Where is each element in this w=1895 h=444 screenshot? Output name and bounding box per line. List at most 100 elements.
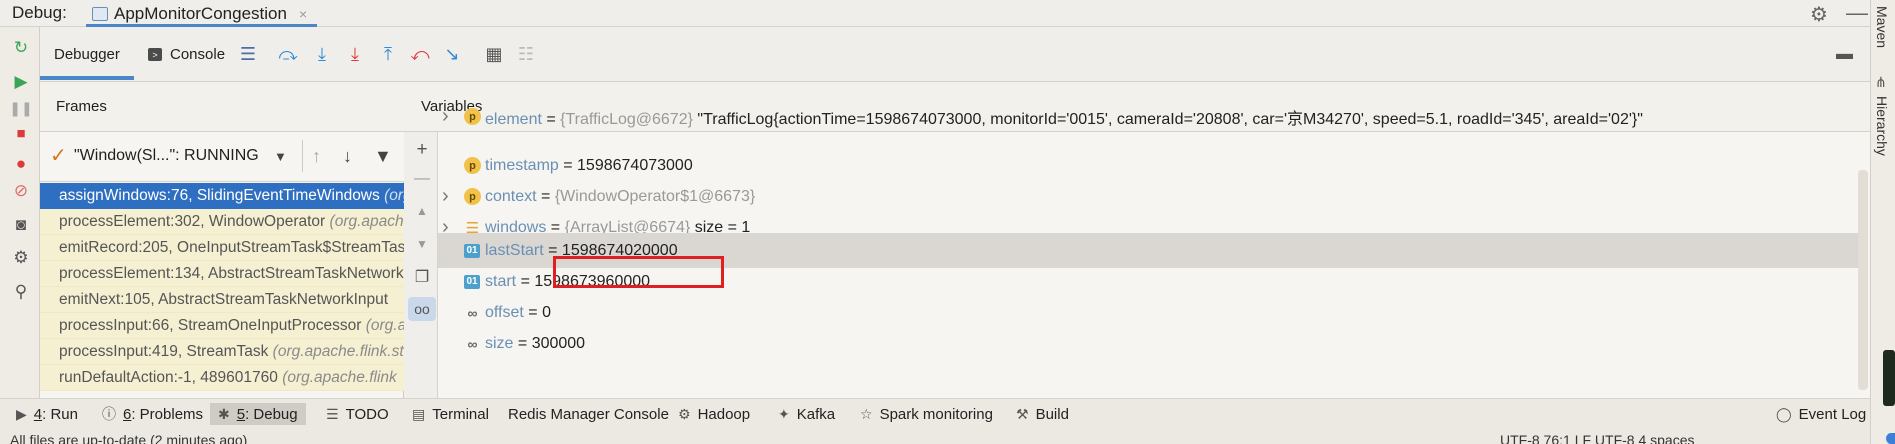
drop-frame-icon[interactable]: ⤺ — [408, 42, 432, 66]
frame-row[interactable]: processElement:302, WindowOperator (org.… — [40, 209, 404, 235]
toolwindow-todo[interactable]: ☰ TODO — [326, 403, 389, 425]
frame-row[interactable]: processInput:66, StreamOneInputProcessor… — [40, 313, 404, 339]
frames-list: assignWindows:76, SlidingEventTimeWindow… — [40, 183, 404, 393]
tab-debug-session[interactable]: AppMonitorCongestion × — [86, 0, 318, 27]
stop-icon[interactable]: ■ — [10, 122, 32, 144]
event-log-icon: ◯ — [1776, 405, 1792, 422]
toolwindow-kafka[interactable]: ✦ Kafka — [778, 403, 835, 425]
frame-method: processElement:302, WindowOperator — [59, 213, 330, 230]
arrow-down-icon[interactable]: ↓ — [343, 146, 352, 167]
spark-monitoring-icon: ☆ — [860, 405, 873, 422]
variable-name: context — [485, 187, 537, 205]
toolwindow-text: TODO — [345, 405, 389, 423]
copy-icon[interactable]: ❐ — [411, 266, 433, 288]
camera-icon[interactable]: ◙ — [10, 214, 32, 236]
thread-name[interactable]: "Window(Sl...": RUNNING — [74, 147, 259, 165]
trace-stream-icon[interactable]: ☷ — [514, 42, 538, 66]
expand-chevron-icon[interactable]: › — [442, 185, 449, 208]
evaluate-expression-icon[interactable]: ▦ — [482, 42, 506, 66]
arrow-up-icon[interactable]: ↑ — [312, 146, 321, 167]
variable-row-offset[interactable]: ∞ offset = 0 — [438, 295, 1858, 330]
app-config-icon — [92, 6, 108, 21]
toolwindow-label: Event Log — [1799, 406, 1867, 423]
expand-chevron-icon[interactable]: › — [442, 105, 449, 128]
variable-row-element[interactable]: › p element = {TrafficLog@6672} "TrafficLo… — [438, 99, 1858, 134]
settings-icon[interactable]: ⚙ — [10, 247, 32, 269]
pause-icon[interactable]: ❚❚ — [9, 97, 32, 119]
frame-method: processInput:66, StreamOneInputProcessor — [59, 317, 366, 334]
hierarchy-icon: ⋔ — [1875, 74, 1887, 90]
add-watch-icon[interactable]: + — [411, 139, 433, 161]
toolwindow-text: : Problems — [131, 405, 204, 423]
debug-side-toolbar: ↻ ▶ ❚❚ ■ ● ⊘ ◙ ⚙ ⚲ — [0, 27, 40, 398]
frames-title: Frames — [56, 98, 107, 115]
frame-row[interactable]: processInput:419, StreamTask (org.apache… — [40, 339, 404, 365]
toolwindow-debug[interactable]: ✱ 5: Debug — [210, 403, 306, 425]
frame-method: processElement:134, AbstractStreamTaskNe… — [59, 265, 404, 282]
toolwindow-spark-monitoring[interactable]: ☆ Spark monitoring — [860, 403, 993, 425]
step-out-icon[interactable]: ⤒ — [376, 42, 400, 66]
pin-icon[interactable]: ⚲ — [10, 281, 32, 303]
primitive-icon: 01 — [464, 243, 480, 258]
toolwindow-problems[interactable]: ⓘ 6: Problems — [102, 403, 203, 425]
variable-row-size[interactable]: ∞ size = 300000 — [438, 326, 1858, 361]
variable-text: size = 300000 — [485, 335, 585, 353]
hierarchy-tab[interactable]: Hierarchy — [1874, 96, 1890, 156]
view-breakpoints-icon[interactable]: ● — [10, 153, 32, 175]
move-down-icon[interactable]: ▼ — [411, 233, 433, 255]
frame-row[interactable]: runDefaultAction:-1, 489601760 (org.apac… — [40, 365, 404, 391]
filter-icon[interactable]: ▼ — [374, 146, 392, 167]
parameter-icon: p — [464, 108, 481, 125]
tab-debugger[interactable]: Debugger — [54, 46, 120, 63]
watches-glasses-icon[interactable]: oo — [408, 297, 436, 321]
toolwindow-text: : Debug — [245, 405, 298, 423]
toolwindow-run[interactable]: ▶ 4: Run — [16, 403, 78, 425]
toolwindow-build[interactable]: ⚒ Build — [1016, 403, 1069, 425]
step-over-icon[interactable]: ⤼ — [276, 42, 300, 66]
mute-breakpoints-icon[interactable]: ⊘ — [10, 180, 32, 202]
variable-text: context = {WindowOperator$1@6673} — [485, 188, 755, 206]
frame-row[interactable]: emitNext:105, AbstractStreamTaskNetworkI… — [40, 287, 404, 313]
show-execution-point-icon[interactable]: ☰ — [236, 42, 260, 66]
toolwindow-redis-console[interactable]: Redis Manager Console — [508, 403, 669, 425]
run-to-cursor-icon[interactable]: ↘ — [440, 42, 464, 66]
move-up-icon[interactable]: ▲ — [411, 200, 433, 222]
layout-settings-icon[interactable]: ▬ — [1836, 44, 1853, 64]
toolwindow-label: TODO — [346, 406, 389, 423]
remove-watch-icon[interactable]: — — [411, 168, 433, 190]
todo-icon: ☰ — [326, 405, 339, 422]
debug-icon: ✱ — [218, 405, 230, 422]
gear-icon[interactable]: ⚙ — [1810, 2, 1828, 27]
toolwindow-label: Kafka — [797, 406, 835, 423]
toolwindow-terminal[interactable]: ▤ Terminal — [412, 403, 489, 425]
maven-tab[interactable]: Maven — [1874, 6, 1890, 48]
variable-row-timestamp[interactable]: p timestamp = 1598674073000 — [438, 148, 1858, 183]
variable-text: timestamp = 1598674073000 — [485, 157, 693, 175]
watch-glasses-icon: ∞ — [467, 304, 478, 321]
resume-icon[interactable]: ▶ — [10, 71, 32, 93]
frame-row[interactable]: emitRecord:205, OneInputStreamTask$Strea… — [40, 235, 404, 261]
force-step-into-icon[interactable]: ⤓ — [343, 42, 367, 66]
frame-package: (org.apache.flink.streaming — [329, 213, 404, 230]
variable-row-context[interactable]: › p context = {WindowOperator$1@6673} — [438, 179, 1858, 214]
active-tab-indicator — [40, 76, 134, 80]
toolwindow-label: 4: Run — [34, 406, 78, 423]
toolwindow-hadoop[interactable]: ⚙ Hadoop — [678, 403, 750, 425]
toolwindow-label: Build — [1036, 406, 1069, 423]
frame-row[interactable]: assignWindows:76, SlidingEventTimeWindow… — [40, 183, 404, 209]
step-into-icon[interactable]: ⤓ — [310, 42, 334, 66]
rerun-icon[interactable]: ↻ — [10, 37, 32, 59]
chevron-down-icon[interactable]: ▼ — [274, 149, 287, 164]
variable-text: element = {TrafficLog@6672} "TrafficLog{… — [485, 105, 1643, 129]
frame-method: emitNext:105, AbstractStreamTaskNetworkI… — [59, 291, 389, 308]
variable-type: {TrafficLog@6672} — [560, 110, 698, 128]
frame-row[interactable]: processElement:134, AbstractStreamTaskNe… — [40, 261, 404, 287]
toolwindow-event-log[interactable]: ◯ Event Log — [1776, 403, 1866, 425]
variable-name: timestamp — [485, 156, 559, 174]
tab-console[interactable]: > Console — [148, 46, 225, 63]
toolwindow-text: Terminal — [432, 405, 489, 423]
variables-scrollbar[interactable] — [1858, 170, 1868, 390]
minimize-icon[interactable]: — — [1846, 0, 1868, 26]
close-icon[interactable]: × — [299, 6, 307, 22]
notification-dot — [1886, 433, 1895, 444]
